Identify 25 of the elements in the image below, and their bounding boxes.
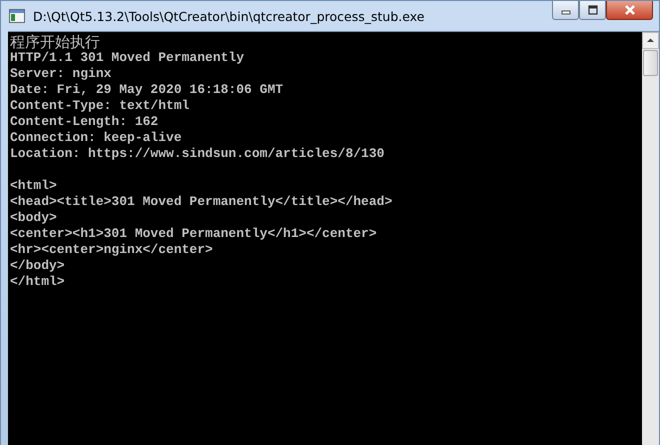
- console-line: <head><title>301 Moved Permanently</title></head>: [10, 194, 394, 210]
- close-button[interactable]: [606, 1, 653, 20]
- console-line: Connection: keep-alive: [10, 130, 183, 146]
- window-title: D:\Qt\Qt5.13.2\Tools\QtCreator\bin\qtcreator_process_stub.exe: [33, 8, 424, 24]
- console-line: </html>: [10, 274, 66, 290]
- console-line: <center><h1>301 Moved Permanently</h1></center>: [10, 226, 378, 242]
- console-line: Content-Type: text/html: [10, 98, 190, 114]
- maximize-button[interactable]: [579, 1, 606, 20]
- console-line: </body>: [10, 258, 66, 274]
- close-icon: [624, 4, 636, 16]
- console-app-icon: [9, 9, 25, 23]
- scrollbar[interactable]: [642, 32, 659, 445]
- console-line: <hr><center>nginx</center>: [10, 242, 214, 258]
- console-line: HTTP/1.1 301 Moved Permanently: [10, 50, 246, 66]
- console-line: <body>: [10, 210, 58, 226]
- console-line: Content-Length: 162: [10, 114, 160, 130]
- console-line: <html>: [10, 178, 58, 194]
- scroll-up-icon[interactable]: [642, 32, 659, 49]
- console-line: Server: nginx: [10, 66, 112, 82]
- maximize-icon: [588, 5, 598, 15]
- console-line: Date: Fri, 29 May 2020 16:18:06 GMT: [10, 82, 284, 98]
- minimize-button[interactable]: [552, 1, 579, 20]
- console-line: Location: https://www.sindsun.com/articles/8/130: [10, 146, 386, 162]
- console-line: 程序开始执行: [10, 34, 101, 50]
- scroll-thumb[interactable]: [643, 50, 658, 76]
